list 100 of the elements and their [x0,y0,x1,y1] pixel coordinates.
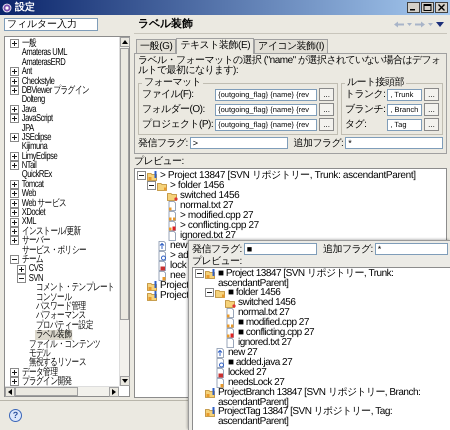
scroll-left-button[interactable] [5,387,15,397]
tree-item[interactable]: Amateras UML [21,48,68,58]
tree-item[interactable]: サービス・ポリシー [21,246,87,255]
tree-toggle[interactable] [10,76,19,86]
scroll-up-button[interactable] [120,37,130,47]
tree-item[interactable]: Kijimuna [21,142,48,152]
tree-item[interactable]: サーバー [21,236,52,246]
browse-button[interactable]: ... [319,118,334,131]
tree-item[interactable]: ■ modified.cpp 27 [237,318,309,328]
close-button[interactable] [435,2,448,13]
tree-item[interactable]: ■ folder 1456 [227,288,280,298]
tree-item[interactable]: Checkstyle [21,76,56,86]
scroll-down-button[interactable] [120,376,130,386]
tree-toggle[interactable] [10,86,19,96]
tree-item[interactable]: > modified.cpp 27 [179,211,254,221]
tree-toggle[interactable] [10,39,19,48]
tree-item[interactable]: Java [21,104,37,114]
tree-item[interactable]: normal.txt 27 [237,308,290,318]
vertical-scrollbar[interactable] [119,37,129,386]
tree-item[interactable]: DBViewer プラグイン [21,86,90,96]
tree-item[interactable]: コンソール [35,292,72,302]
tree-toggle[interactable] [10,152,19,161]
tree-item[interactable]: コメント・テンプレート [35,283,116,293]
tree-item[interactable]: new [169,241,188,251]
browse-button[interactable]: ... [424,88,439,101]
tree-toggle[interactable] [137,171,146,180]
tree-item[interactable]: Web サービス [21,198,67,208]
tree-item[interactable]: ignored.txt 27 [179,231,236,241]
tree-item[interactable]: locked 27 [227,368,266,378]
tree-toggle[interactable] [10,180,19,190]
tree-item[interactable]: ラベル装飾 [35,330,72,340]
tree-item[interactable]: QuickREx [21,170,53,180]
tree-item[interactable]: SVN [28,274,44,284]
tree-item[interactable]: > ad [169,251,188,261]
tree-item[interactable]: パフォーマンス [35,311,87,321]
tree-item[interactable]: switched 1456 [237,298,296,308]
tree-toggle[interactable] [147,181,156,190]
tree-item[interactable]: Web [21,189,37,199]
tab[interactable]: テキスト装飾(E) [176,38,254,54]
tree-item[interactable]: インストール/更新 [21,226,82,236]
tab[interactable]: アイコン装飾(I) [254,39,328,53]
horizontal-scrollbar[interactable] [5,386,119,396]
tree-item[interactable]: XDoclet [21,208,46,218]
tree-toggle[interactable] [10,133,19,142]
tree-toggle[interactable] [10,114,19,124]
text-field[interactable]: > [190,137,288,149]
tree-toggle[interactable] [10,104,19,114]
browse-button[interactable]: ... [424,118,439,131]
browse-button[interactable]: ... [424,103,439,116]
tree-item[interactable]: ProjectBranch 13847 [SVN リポジトリー, Branch: ascendantParent] [217,388,448,407]
tree-item[interactable]: ファイル・コンテンツ [28,340,101,349]
tree-item[interactable]: プロパティー設定 [35,320,94,330]
tree-item[interactable]: Ant [21,67,33,77]
tree-item[interactable]: JSEclipse [21,132,52,142]
tree-toggle[interactable] [10,227,19,236]
browse-button[interactable]: ... [319,103,334,116]
tree-item[interactable]: ■ Project 13847 [SVN リポジトリー, Trunk: ascendantParent] [217,269,448,288]
tree-item[interactable]: 一般 [21,39,37,48]
text-field[interactable]: * [374,243,448,255]
tree-item[interactable]: normal.txt 27 [179,201,234,211]
tree-item[interactable]: LimyEclipse [21,152,58,162]
tree-item[interactable]: 無視するリソース [28,358,87,368]
tree-item[interactable]: ProjectTag 13847 [SVN リポジトリー, Tag: ascendantParent] [217,407,448,426]
filter-field[interactable]: フィルター入力 [4,18,98,31]
maximize-button[interactable] [421,2,434,13]
tree-item[interactable]: ■ conflicting.cpp 27 [237,328,314,338]
tree-item[interactable]: モデル [28,348,51,358]
tree-toggle[interactable] [10,377,19,386]
tree-item[interactable]: Project [159,281,189,291]
tree-item[interactable]: switched 1456 [179,191,240,201]
tree-item[interactable]: ■ added.java 27 [227,358,292,368]
tree-item[interactable]: needsLock 27 [227,378,284,388]
tree-toggle[interactable] [10,218,19,227]
tree-item[interactable]: new 27 [227,348,258,358]
tree-toggle[interactable] [10,198,19,208]
text-field[interactable]: * [345,137,443,149]
tree-item[interactable]: > Project 13847 [SVN リポジトリー, Trunk: ascendantParent] [159,171,416,181]
tree-item[interactable]: チーム [21,254,44,264]
tree-item[interactable]: AmaterasERD [21,58,66,68]
tree-toggle[interactable] [195,269,204,278]
tree-item[interactable]: データ管理 [21,368,58,378]
scroll-thumb[interactable] [120,48,129,320]
tree-toggle[interactable] [17,264,26,274]
tree-toggle[interactable] [10,67,19,76]
tree-item[interactable]: JavaScript [21,114,54,124]
tree-item[interactable]: Dolteng [21,95,46,105]
tree-item[interactable]: JPA [21,124,35,133]
tree-item[interactable]: > conflicting.cpp 27 [179,221,259,231]
text-field[interactable]: ■ [244,243,317,255]
tree-item[interactable]: XML [21,217,37,227]
tree-item[interactable]: パスワード管理 [35,302,87,312]
tree-item[interactable]: NTail [21,161,38,170]
tree-item[interactable]: ignored.txt 27 [237,338,292,348]
tree-item[interactable]: Tomcat [21,180,44,190]
tree-toggle[interactable] [17,274,26,283]
scroll-thumb[interactable] [15,387,78,396]
tree-toggle[interactable] [10,189,19,198]
tree-toggle[interactable] [10,208,19,218]
minimize-button[interactable] [407,2,420,13]
tree-toggle[interactable] [10,368,19,377]
